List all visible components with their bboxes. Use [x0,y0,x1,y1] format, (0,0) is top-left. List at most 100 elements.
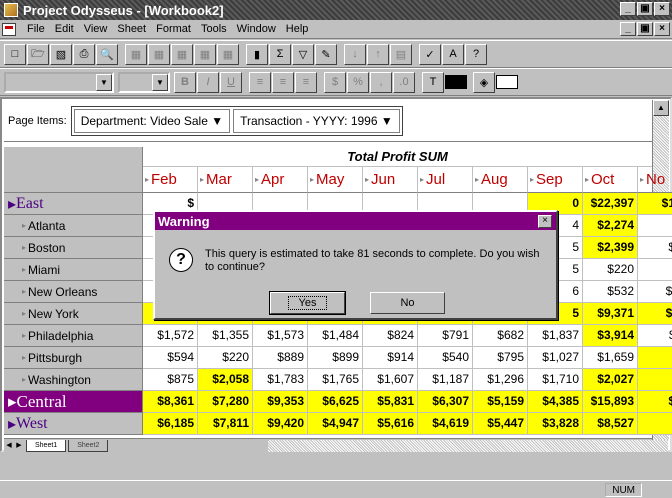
tab-sheet1[interactable]: Sheet1 [26,439,67,452]
table-cell[interactable]: $6,625 [308,391,363,413]
table-cell[interactable]: $5,616 [363,413,418,435]
table-cell[interactable]: $2, [638,369,672,391]
table-cell[interactable]: $1,607 [363,369,418,391]
table-cell[interactable]: $2,399 [583,237,638,259]
menu-window[interactable]: Window [232,23,281,35]
menu-help[interactable]: Help [281,23,314,35]
table-cell[interactable]: $6,4 [638,303,672,325]
table-cell[interactable]: $889 [253,347,308,369]
row-header[interactable]: ▸ Atlanta [4,215,143,237]
table-cell[interactable]: $824 [363,325,418,347]
bold-button[interactable]: B [174,71,196,93]
table-cell[interactable]: $1,484 [308,325,363,347]
row-header[interactable]: ▸ New York [4,303,143,325]
table-cell[interactable]: $1,765 [308,369,363,391]
menu-sheet[interactable]: Sheet [112,23,151,35]
print-icon[interactable]: ⎙ [73,43,95,65]
table-cell[interactable]: $22,397 [583,193,638,215]
month-header[interactable]: ▸ Feb [143,167,198,193]
month-header[interactable]: ▸ No [638,167,672,193]
table-cell[interactable]: $2,058 [198,369,253,391]
menu-view[interactable]: View [79,23,113,35]
menu-file[interactable]: File [22,23,50,35]
font-size-icon[interactable]: A [442,43,464,65]
print-preview-icon[interactable]: 🔍 [96,43,118,65]
table-cell[interactable]: $1,710 [528,369,583,391]
month-header[interactable]: ▸ Oct [583,167,638,193]
sum-icon[interactable]: Σ [269,43,291,65]
table-cell[interactable]: $5,159 [473,391,528,413]
row-header[interactable]: ▸ Central [4,391,143,413]
table-cell[interactable]: $6,307 [418,391,473,413]
month-header[interactable]: ▸ May [308,167,363,193]
horizontal-scrollbar[interactable] [268,440,668,452]
month-header[interactable]: ▸ Aug [473,167,528,193]
table-cell[interactable]: $914 [363,347,418,369]
table-cell[interactable]: $1,659 [583,347,638,369]
row-header[interactable]: ▸ Boston [4,237,143,259]
row-header[interactable]: ▸ East [4,193,143,215]
month-header[interactable]: ▸ Sep [528,167,583,193]
fill-color-icon[interactable]: ◈ [473,71,495,93]
table-cell[interactable]: $9, [638,413,672,435]
help-icon[interactable]: ? [465,43,487,65]
table-cell[interactable]: $4,385 [528,391,583,413]
table-icon[interactable]: ▦ [148,43,170,65]
sort-desc-icon[interactable]: ↑ [367,43,389,65]
table-cell[interactable]: $532 [583,281,638,303]
chart-icon[interactable]: ▮ [246,43,268,65]
table-cell[interactable]: $682 [473,325,528,347]
table-cell[interactable]: $4,947 [308,413,363,435]
table-cell[interactable]: $9,420 [253,413,308,435]
table-cell[interactable]: $1,783 [253,369,308,391]
table-cell[interactable]: $899 [308,347,363,369]
table-cell[interactable]: $1,355 [198,325,253,347]
close-button[interactable]: × [654,2,670,16]
table-cell[interactable]: $1,296 [473,369,528,391]
table-cell[interactable]: $2,274 [583,215,638,237]
row-header[interactable]: ▸ Philadelphia [4,325,143,347]
month-header[interactable]: ▸ Apr [253,167,308,193]
dialog-close-button[interactable]: × [538,215,552,228]
row-header[interactable]: ▸ Pittsburgh [4,347,143,369]
highlight-icon[interactable]: ✎ [315,43,337,65]
table-cell[interactable]: $220 [198,347,253,369]
percent-icon[interactable]: % [347,71,369,93]
table-cell[interactable]: $5,447 [473,413,528,435]
no-button[interactable]: No [370,292,445,314]
minimize-button[interactable]: _ [620,2,636,16]
underline-button[interactable]: U [220,71,242,93]
tab-sheet2[interactable]: Sheet2 [68,439,109,452]
menu-tools[interactable]: Tools [196,23,232,35]
table-cell[interactable]: $6,185 [143,413,198,435]
table-cell[interactable]: $1,837 [528,325,583,347]
align-left-icon[interactable]: ≡ [249,71,271,93]
row-header[interactable]: ▸ Miami [4,259,143,281]
table-cell[interactable]: $540 [418,347,473,369]
new-icon[interactable]: □ [4,43,26,65]
table-cell[interactable]: $( [638,259,672,281]
table-cell[interactable]: $9,371 [583,303,638,325]
month-header[interactable]: ▸ Mar [198,167,253,193]
table-cell[interactable]: $1,572 [143,325,198,347]
table-cell[interactable]: $ [638,215,672,237]
sort-asc-icon[interactable]: ↓ [344,43,366,65]
restore-button[interactable]: ▣ [637,2,653,16]
table-cell[interactable]: $594 [143,347,198,369]
pivot-icon[interactable]: ▦ [171,43,193,65]
fill-color-swatch[interactable] [496,75,518,89]
table-cell[interactable]: $8,527 [583,413,638,435]
row-header[interactable]: ▸ West [4,413,143,435]
filter-icon[interactable]: ▽ [292,43,314,65]
font-name-select[interactable]: ▼ [4,71,114,93]
table-cell[interactable]: $3,914 [583,325,638,347]
month-header[interactable]: ▸ Jun [363,167,418,193]
filter-grid-icon[interactable]: ▦ [217,43,239,65]
table-cell[interactable]: $7,280 [198,391,253,413]
table-cell[interactable]: $9,( [638,391,672,413]
text-color-icon[interactable]: T [422,71,444,93]
font-size-select[interactable]: ▼ [118,71,170,93]
doc-close-button[interactable]: × [654,22,670,36]
table-cell[interactable]: $220 [583,259,638,281]
table-cell[interactable]: $1,573 [253,325,308,347]
